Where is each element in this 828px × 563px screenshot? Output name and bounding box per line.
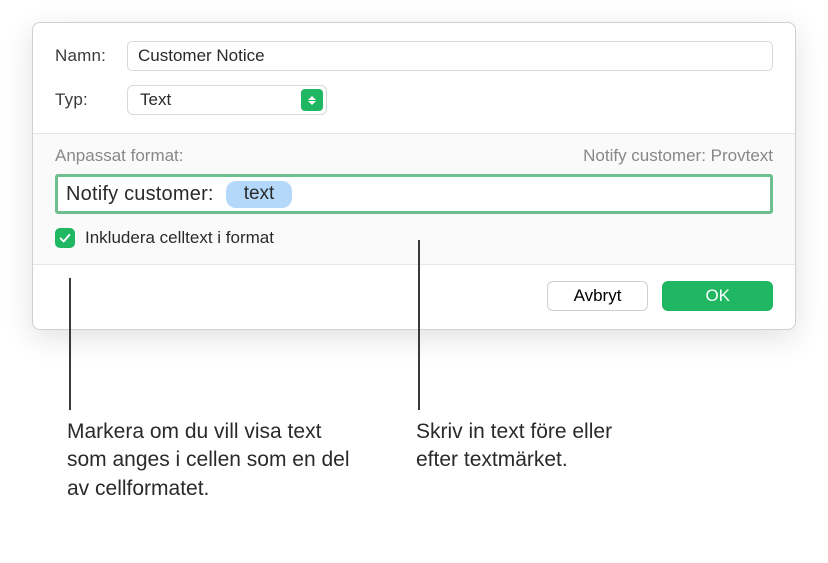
callout-line-1 (69, 278, 71, 410)
include-celltext-checkbox[interactable] (55, 228, 75, 248)
checkmark-icon (58, 231, 72, 245)
form-section: Namn: Typ: Text (33, 23, 795, 133)
callout-text-2: Skriv in text före eller efter textmärke… (416, 418, 646, 475)
updown-icon (301, 89, 323, 111)
ok-button[interactable]: OK (662, 281, 773, 311)
type-value: Text (140, 90, 171, 110)
format-prefix: Notify customer: (66, 183, 214, 206)
callout-line-2 (418, 240, 420, 410)
custom-format-dialog: Namn: Typ: Text Anpassat format: Notify … (32, 22, 796, 330)
name-label: Namn: (55, 46, 127, 66)
name-input[interactable] (127, 41, 773, 71)
include-celltext-label: Inkludera celltext i format (85, 228, 274, 248)
format-header: Anpassat format: Notify customer: Provte… (55, 146, 773, 166)
type-row: Typ: Text (55, 85, 773, 115)
cancel-button[interactable]: Avbryt (547, 281, 649, 311)
button-section: Avbryt OK (33, 265, 795, 329)
include-celltext-row: Inkludera celltext i format (55, 228, 773, 248)
type-select[interactable]: Text (127, 85, 327, 115)
name-row: Namn: (55, 41, 773, 71)
anpassat-format-label: Anpassat format: (55, 146, 184, 166)
type-label: Typ: (55, 90, 127, 110)
text-token[interactable]: text (226, 181, 293, 208)
callout-text-1: Markera om du vill visa text som anges i… (67, 418, 357, 503)
format-preview: Notify customer: Provtext (583, 146, 773, 166)
format-section: Anpassat format: Notify customer: Provte… (33, 133, 795, 265)
format-field[interactable]: Notify customer: text (55, 174, 773, 214)
